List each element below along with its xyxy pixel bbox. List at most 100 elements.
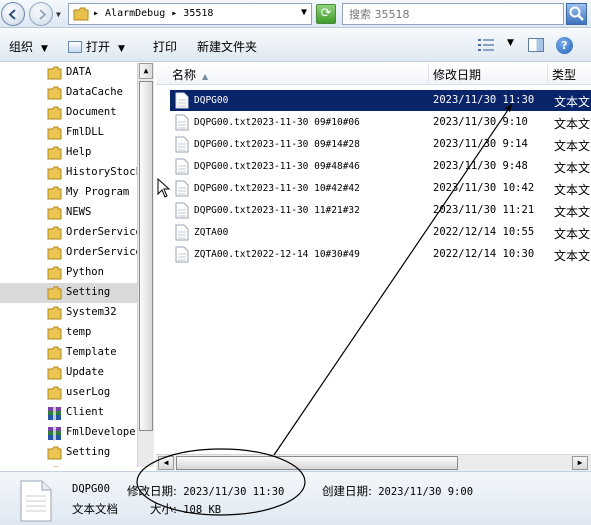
folder-icon: [47, 166, 62, 180]
tree-item-label: HistoryStock: [66, 166, 137, 178]
tree-scrollbar[interactable]: ▲: [137, 63, 154, 467]
preview-pane-icon[interactable]: [528, 38, 544, 52]
file-row[interactable]: DQPG00.txt2023-11-30 09#48#46 2023/11/30 …: [170, 156, 591, 177]
file-row[interactable]: ZQTA00 2022/12/14 10:55 文本文: [170, 222, 591, 243]
tree-item[interactable]: Update: [0, 363, 137, 383]
column-type-label: 类型: [552, 68, 577, 82]
tree-item[interactable]: OrderService: [0, 223, 137, 243]
details-pane: DQPG00 文本文档 修改日期: 2023/11/30 11:30 创建日期:…: [0, 471, 591, 525]
horizontal-scroll-thumb[interactable]: [176, 456, 458, 470]
back-button[interactable]: [1, 2, 25, 26]
text-file-icon: [175, 202, 189, 219]
detail-size-value: 108 KB: [183, 504, 222, 516]
tree-item[interactable]: OrderService: [0, 243, 137, 263]
folder-icon: [47, 306, 62, 320]
open-button[interactable]: 打开 ▼: [68, 38, 125, 55]
file-date: 2022/12/14 10:30: [433, 248, 535, 260]
column-type[interactable]: 类型: [548, 63, 591, 85]
tree-item[interactable]: DATA: [0, 63, 137, 83]
organize-label: 组织: [9, 40, 34, 54]
text-file-icon: [175, 92, 189, 109]
chevron-down-icon: ▼: [41, 44, 48, 54]
view-dropdown-icon[interactable]: ▼: [507, 38, 514, 48]
address-box[interactable]: ▸ AlarmDebug ▸ 35518 ▼: [68, 3, 312, 25]
organize-button[interactable]: 组织 ▼: [9, 38, 48, 55]
address-dropdown-icon[interactable]: ▼: [301, 7, 307, 18]
search-button[interactable]: [566, 3, 587, 25]
command-bar: 组织 ▼ 打开 ▼ 打印 新建文件夹 ▼ ?: [0, 29, 591, 62]
refresh-button[interactable]: ⟳: [316, 4, 336, 24]
search-icon: [569, 6, 584, 21]
scroll-up-icon[interactable]: ▲: [139, 63, 153, 79]
tree-item[interactable]: Help: [0, 143, 137, 163]
scroll-left-icon[interactable]: ◀: [158, 456, 174, 470]
new-folder-button[interactable]: 新建文件夹: [197, 38, 257, 55]
tree-item-label: userLog: [66, 386, 111, 398]
tree-item[interactable]: FmlDLL: [0, 123, 137, 143]
file-name: DQPG00.txt2023-11-30 09#48#46: [194, 161, 360, 172]
tree-item[interactable]: DataCache: [0, 83, 137, 103]
print-button[interactable]: 打印: [153, 38, 177, 55]
text-document-icon: [20, 480, 52, 522]
file-name: DQPG00.txt2023-11-30 10#42#42: [194, 183, 360, 194]
column-name-label: 名称: [172, 68, 197, 82]
tree-item[interactable]: HistoryStock: [0, 163, 137, 183]
file-type: 文本文: [554, 139, 591, 153]
tree-item[interactable]: Document: [0, 103, 137, 123]
file-name: ZQTA00: [194, 227, 229, 238]
refresh-icon: ⟳: [320, 6, 332, 21]
view-options-icon[interactable]: [478, 39, 494, 51]
detail-created: 创建日期: 2023/11/30 9:00: [322, 483, 473, 499]
search-input[interactable]: [349, 5, 549, 23]
column-date[interactable]: 修改日期: [429, 63, 548, 85]
tree-item[interactable]: Client: [0, 403, 137, 423]
column-name[interactable]: 名称 ▲: [156, 63, 429, 85]
tree-item[interactable]: NEWS: [0, 203, 137, 223]
file-type: 文本文: [554, 161, 591, 175]
tree-item[interactable]: Python: [0, 263, 137, 283]
horizontal-scrollbar[interactable]: ◀ ▶: [156, 454, 591, 471]
open-file-icon: [68, 41, 82, 53]
column-date-label: 修改日期: [433, 68, 482, 82]
tree-item[interactable]: temp: [0, 323, 137, 343]
breadcrumb[interactable]: ▸ AlarmDebug ▸ 35518: [93, 8, 213, 19]
folder-icon: [53, 466, 59, 467]
tree-item-label: OrderI...: [66, 466, 123, 467]
recent-pages-dropdown[interactable]: ▼: [56, 10, 61, 19]
address-bar: ▼ ▸ AlarmDebug ▸ 35518 ▼ ⟳: [0, 0, 591, 28]
file-row[interactable]: DQPG00.txt2023-11-30 09#14#28 2023/11/30 …: [170, 134, 591, 155]
tree-item[interactable]: userLog: [0, 383, 137, 403]
scroll-thumb[interactable]: [139, 81, 153, 431]
tree-item-label: NEWS: [66, 206, 92, 218]
folder-icon: [47, 446, 62, 460]
file-row[interactable]: DQPG00.txt2023-11-30 10#42#42 2023/11/30 …: [170, 178, 591, 199]
file-row[interactable]: DQPG00.txt2023-11-30 09#10#06 2023/11/30 …: [170, 112, 591, 133]
tree-item[interactable]: Setting: [0, 283, 137, 303]
forward-button[interactable]: [29, 2, 53, 26]
detail-filename: DQPG00: [72, 483, 110, 495]
tree-item[interactable]: OrderI...: [0, 463, 137, 467]
tree-item[interactable]: Setting: [0, 443, 137, 463]
tree-item-label: Setting: [66, 446, 111, 458]
print-label: 打印: [153, 40, 178, 54]
tree-item-label: Client: [66, 406, 104, 418]
tree-item-label: Python: [66, 266, 104, 278]
file-type: 文本文: [554, 95, 591, 109]
folder-icon: [47, 246, 62, 260]
detail-size: 大小: 108 KB: [150, 501, 221, 517]
file-row[interactable]: DQPG00 2023/11/30 11:30 文本文: [170, 90, 591, 111]
tree-item[interactable]: Template: [0, 343, 137, 363]
help-icon[interactable]: ?: [556, 37, 573, 54]
scroll-right-icon[interactable]: ▶: [572, 456, 588, 470]
tree-item[interactable]: My Program: [0, 183, 137, 203]
tree-item[interactable]: System32: [0, 303, 137, 323]
tree-item[interactable]: FmlDevelope: [0, 423, 137, 443]
tree-item-label: FmlDevelope: [66, 426, 136, 438]
file-row[interactable]: ZQTA00.txt2022-12-14 10#30#49 2022/12/14 …: [170, 244, 591, 265]
tree-item-label: Document: [66, 106, 117, 118]
detail-created-label: 创建日期:: [322, 484, 372, 498]
text-file-icon: [175, 246, 189, 263]
file-date: 2023/11/30 11:21: [433, 204, 535, 216]
file-date: 2023/11/30 9:14: [433, 138, 528, 150]
file-row[interactable]: DQPG00.txt2023-11-30 11#21#32 2023/11/30 …: [170, 200, 591, 221]
